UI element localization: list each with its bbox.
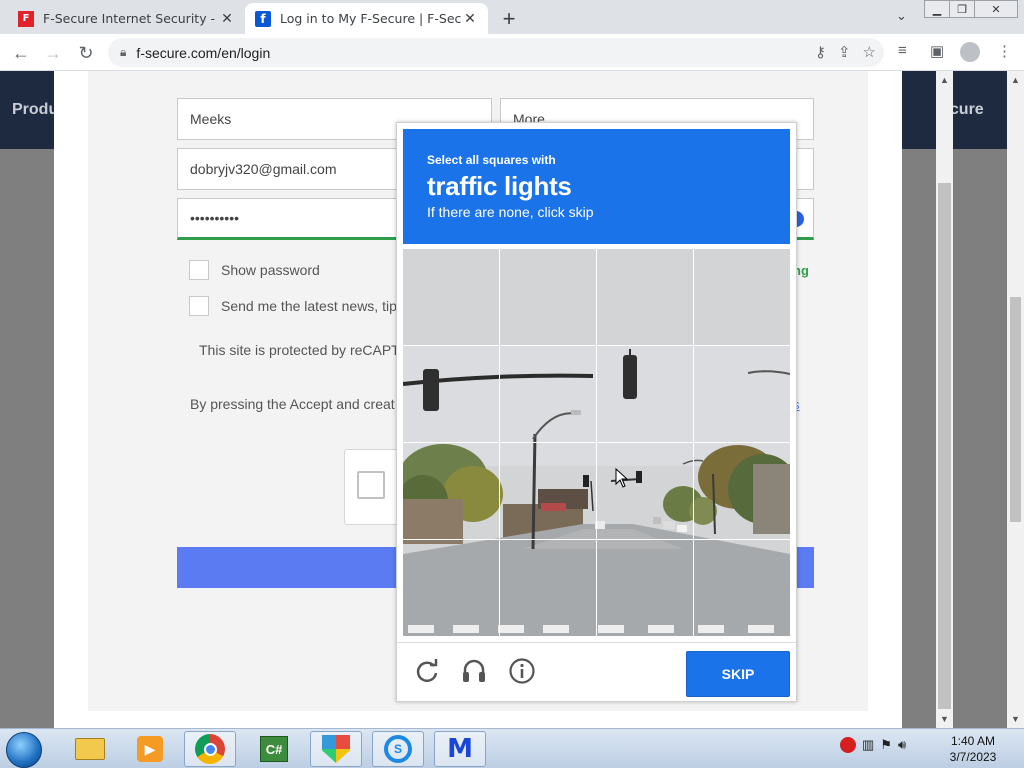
newsletter-checkbox[interactable] bbox=[189, 296, 209, 316]
grid-tile[interactable] bbox=[597, 249, 693, 345]
instruction-small: Select all squares with bbox=[427, 153, 556, 167]
address-bar[interactable]: 🔒︎ f-secure.com/en/login ⚷ ⇪ ☆ bbox=[108, 38, 884, 67]
scroll-down-arrow[interactable]: ▼ bbox=[940, 714, 949, 724]
window-controls: ▁ ❐ ✕ bbox=[924, 0, 1018, 18]
show-password-checkbox[interactable] bbox=[189, 260, 209, 280]
terms-text: By pressing the Accept and creat bbox=[190, 396, 395, 412]
clock-date: 3/7/2023 bbox=[949, 750, 997, 764]
scroll-thumb[interactable] bbox=[938, 183, 951, 709]
grid-tile[interactable] bbox=[403, 443, 499, 539]
minimize-button[interactable]: ▁ bbox=[924, 0, 950, 18]
network-icon[interactable]: ▥ bbox=[862, 737, 874, 753]
new-tab-button[interactable]: + bbox=[498, 6, 520, 32]
malwarebytes-icon[interactable]: M bbox=[434, 731, 486, 767]
csharp-icon[interactable]: C# bbox=[248, 731, 300, 767]
close-window-button[interactable]: ✕ bbox=[974, 0, 1018, 18]
scroll-thumb[interactable] bbox=[1010, 297, 1021, 522]
restore-button[interactable]: ❐ bbox=[949, 0, 975, 18]
back-icon[interactable]: ← bbox=[8, 40, 34, 66]
antivirus-tray-icon[interactable] bbox=[840, 737, 856, 753]
tab-fsecure-internet-security[interactable]: F F-Secure Internet Security - Скач ✕ bbox=[8, 3, 245, 34]
url-text: f-secure.com/en/login bbox=[136, 44, 271, 61]
scroll-down-arrow[interactable]: ▼ bbox=[1011, 714, 1020, 724]
recaptcha-widget bbox=[344, 449, 404, 525]
side-panel-icon[interactable]: ▣ bbox=[930, 42, 944, 60]
clock-time: 1:40 AM bbox=[950, 734, 996, 748]
grid-tile[interactable] bbox=[694, 443, 790, 539]
media-player-icon[interactable]: ▶ bbox=[124, 731, 176, 767]
recaptcha-checkbox[interactable] bbox=[357, 471, 385, 499]
browser-toolbar: ← → ↻ 🔒︎ f-secure.com/en/login ⚷ ⇪ ☆ ≡ ▣… bbox=[0, 34, 1024, 71]
clock[interactable]: 1:40 AM 3/7/2023 bbox=[940, 733, 1006, 765]
instruction-sub: If there are none, click skip bbox=[427, 204, 594, 220]
sync-app-icon[interactable]: S bbox=[372, 731, 424, 767]
windows-taskbar: ▶ C# S M ▥ ⚑ 🔊︎ 1:40 AM 3/7/2023 bbox=[0, 728, 1024, 768]
close-tab-icon[interactable]: ✕ bbox=[219, 11, 235, 27]
instruction-target: traffic lights bbox=[427, 171, 572, 201]
tab-search-icon[interactable]: ⌄ bbox=[896, 8, 907, 24]
system-tray: ▥ ⚑ 🔊︎ bbox=[840, 737, 906, 753]
share-icon[interactable]: ⇪ bbox=[838, 43, 851, 61]
recaptcha-notice: This site is protected by reCAPT bbox=[199, 342, 400, 358]
skip-button[interactable]: SKIP bbox=[686, 651, 790, 697]
explorer-icon[interactable] bbox=[64, 731, 116, 767]
show-password-label: Show password bbox=[221, 262, 320, 278]
forward-icon[interactable]: → bbox=[40, 40, 66, 66]
flag-icon[interactable]: ⚑ bbox=[880, 737, 892, 753]
lock-icon[interactable]: 🔒︎ bbox=[120, 45, 126, 60]
grid-tile[interactable] bbox=[694, 540, 790, 636]
page-right-edge: ecure bbox=[941, 71, 1007, 728]
image-grid bbox=[403, 249, 790, 636]
grid-tile[interactable] bbox=[500, 443, 596, 539]
grid-tile[interactable] bbox=[500, 346, 596, 442]
grid-tile[interactable] bbox=[597, 443, 693, 539]
start-button[interactable] bbox=[6, 732, 42, 768]
challenge-footer: SKIP bbox=[397, 642, 796, 702]
grid-tile[interactable] bbox=[500, 540, 596, 636]
profile-avatar[interactable] bbox=[960, 42, 980, 62]
recaptcha-challenge: Select all squares with traffic lights I… bbox=[396, 122, 797, 702]
menu-icon[interactable]: ⋮ bbox=[997, 42, 1012, 60]
audio-icon[interactable] bbox=[460, 657, 488, 685]
mouse-cursor-icon bbox=[615, 468, 629, 488]
navbar-right-part: ecure bbox=[941, 71, 1007, 149]
tab-strip: F F-Secure Internet Security - Скач ✕ f … bbox=[0, 0, 1024, 34]
grid-tile[interactable] bbox=[403, 540, 499, 636]
fsecure-red-icon: F bbox=[18, 10, 34, 27]
reading-list-icon[interactable]: ≡ bbox=[898, 42, 907, 59]
nav-products-link[interactable]: Produ bbox=[12, 101, 58, 119]
grid-tile[interactable] bbox=[597, 346, 693, 442]
grid-tile[interactable] bbox=[500, 249, 596, 345]
reload-page-icon[interactable]: ↻ bbox=[73, 40, 99, 66]
newsletter-label: Send me the latest news, tip bbox=[221, 298, 397, 314]
shield-app-icon[interactable] bbox=[310, 731, 362, 767]
modal-scrollbar[interactable]: ▲ ▼ bbox=[936, 71, 953, 728]
grid-tile[interactable] bbox=[403, 346, 499, 442]
grid-tile[interactable] bbox=[694, 249, 790, 345]
tab-title: Log in to My F-Secure | F-Secure bbox=[280, 11, 462, 26]
fsecure-blue-icon: f bbox=[255, 10, 271, 27]
tab-title: F-Secure Internet Security - Скач bbox=[43, 11, 219, 26]
volume-icon[interactable]: 🔊︎ bbox=[898, 737, 906, 753]
grid-tile[interactable] bbox=[403, 249, 499, 345]
info-icon[interactable] bbox=[508, 657, 536, 685]
reload-icon[interactable] bbox=[413, 657, 441, 685]
scroll-up-arrow[interactable]: ▲ bbox=[1011, 75, 1020, 85]
grid-tile[interactable] bbox=[597, 540, 693, 636]
close-tab-icon[interactable]: ✕ bbox=[462, 11, 478, 27]
key-icon[interactable]: ⚷ bbox=[815, 43, 826, 61]
challenge-header: Select all squares with traffic lights I… bbox=[403, 129, 790, 244]
scroll-up-arrow[interactable]: ▲ bbox=[940, 75, 949, 85]
chrome-icon[interactable] bbox=[184, 731, 236, 767]
page-scrollbar[interactable]: ▲ ▼ bbox=[1007, 71, 1024, 728]
bookmark-star-icon[interactable]: ☆ bbox=[863, 43, 876, 61]
grid-tile[interactable] bbox=[694, 346, 790, 442]
tab-login[interactable]: f Log in to My F-Secure | F-Secure ✕ bbox=[245, 3, 488, 34]
